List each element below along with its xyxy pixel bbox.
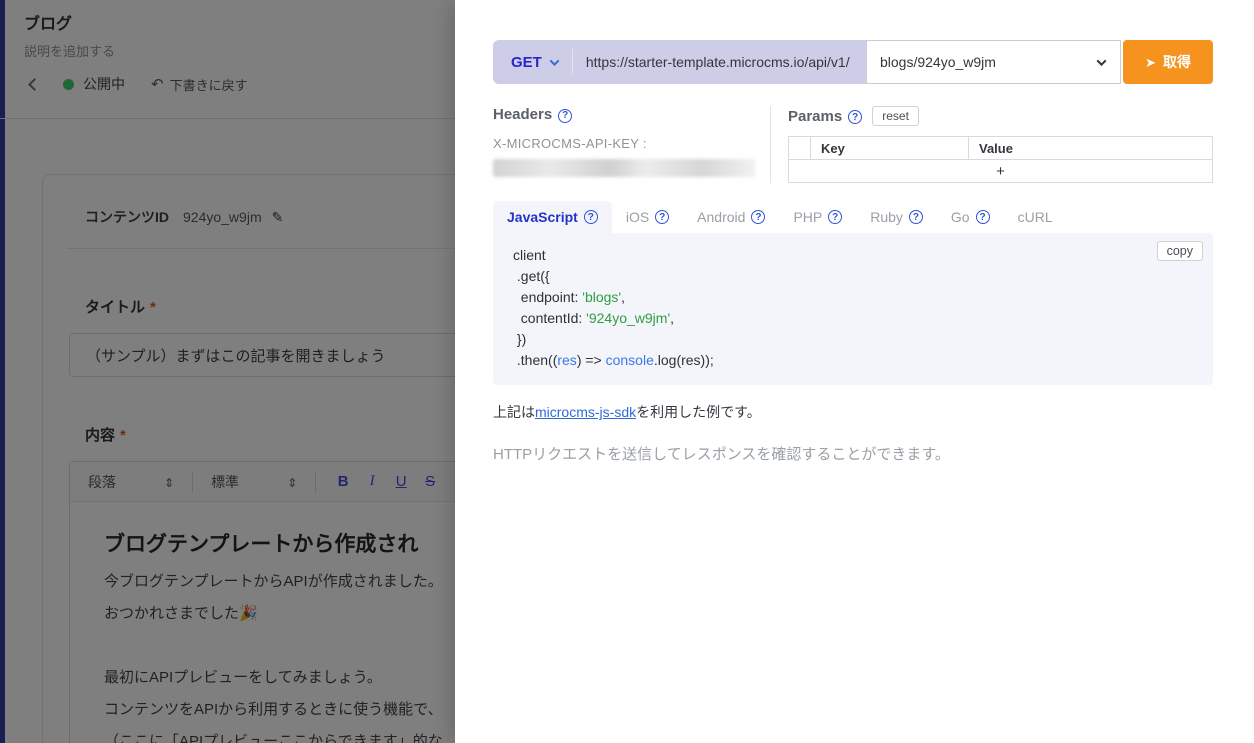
sdk-link[interactable]: microcms-js-sdk xyxy=(535,404,636,420)
help-icon[interactable] xyxy=(848,110,862,124)
method-label: GET xyxy=(511,54,542,71)
modal-dim-overlay[interactable] xyxy=(0,0,455,743)
headers-title: Headers xyxy=(493,106,552,123)
tab-go[interactable]: Go xyxy=(937,201,1004,233)
help-icon[interactable] xyxy=(655,210,669,224)
url-separator xyxy=(572,49,573,75)
params-section: Params reset Key Value + xyxy=(788,106,1213,183)
tab-curl[interactable]: cURL xyxy=(1004,201,1067,233)
help-icon[interactable] xyxy=(909,210,923,224)
endpoint-value: blogs/924yo_w9jm xyxy=(880,54,996,70)
method-select[interactable]: GET xyxy=(511,54,558,71)
tab-android[interactable]: Android xyxy=(683,201,779,233)
chevron-down-icon xyxy=(1097,56,1107,66)
content-editor-pane: ブログ 説明を追加する 公開中 下書きに戻す コンテンツID 924yo_w9j… xyxy=(0,0,455,743)
api-preview-drawer: GET https://starter-template.microcms.io… xyxy=(455,0,1254,743)
reset-params-button[interactable]: reset xyxy=(872,106,919,126)
fetch-label: 取得 xyxy=(1163,52,1191,72)
chevron-down-icon xyxy=(549,56,559,66)
fetch-button[interactable]: 取得 xyxy=(1123,40,1213,84)
code-line: .then((res) => console.log(res)); xyxy=(513,350,1193,371)
headers-params-row: Headers X-MICROCMS-API-KEY : Params rese… xyxy=(493,106,1213,183)
code-line: contentId: '924yo_w9jm', xyxy=(513,308,1193,329)
url-group: GET https://starter-template.microcms.io… xyxy=(493,40,866,84)
request-bar: GET https://starter-template.microcms.io… xyxy=(493,40,1213,84)
code-line: client xyxy=(513,245,1193,266)
tab-javascript[interactable]: JavaScript xyxy=(493,201,612,233)
copy-button[interactable]: copy xyxy=(1157,241,1203,261)
base-url: https://starter-template.microcms.io/api… xyxy=(586,54,850,70)
code-lines: client .get({ endpoint: 'blogs', content… xyxy=(513,245,1193,371)
tab-ios[interactable]: iOS xyxy=(612,201,683,233)
code-line: endpoint: 'blogs', xyxy=(513,287,1193,308)
code-line: .get({ xyxy=(513,266,1193,287)
add-param-button[interactable]: + xyxy=(789,160,1213,183)
help-icon[interactable] xyxy=(828,210,842,224)
sdk-note: 上記はmicrocms-js-sdkを利用した例です。 xyxy=(493,402,1254,422)
send-icon xyxy=(1145,54,1163,71)
code-block: copy client .get({ endpoint: 'blogs', co… xyxy=(493,233,1213,385)
params-add-row: + xyxy=(789,160,1213,183)
section-divider xyxy=(770,106,771,183)
api-key-label: X-MICROCMS-API-KEY : xyxy=(493,136,770,151)
http-description: HTTPリクエストを送信してレスポンスを確認することができます。 xyxy=(493,443,1254,464)
api-key-redacted-value xyxy=(493,159,755,177)
params-value-header: Value xyxy=(969,137,1213,160)
tab-php[interactable]: PHP xyxy=(779,201,856,233)
params-table: Key Value + xyxy=(788,136,1213,183)
tab-ruby[interactable]: Ruby xyxy=(856,201,937,233)
help-icon[interactable] xyxy=(976,210,990,224)
params-key-header: Key xyxy=(811,137,969,160)
params-title: Params xyxy=(788,108,842,125)
help-icon[interactable] xyxy=(558,109,572,123)
help-icon[interactable] xyxy=(751,210,765,224)
params-table-header: Key Value xyxy=(789,137,1213,160)
headers-section: Headers X-MICROCMS-API-KEY : xyxy=(493,106,770,183)
code-line: }) xyxy=(513,329,1193,350)
language-tabs: JavaScriptiOSAndroidPHPRubyGocURL xyxy=(493,201,1254,233)
help-icon[interactable] xyxy=(584,210,598,224)
endpoint-select[interactable]: blogs/924yo_w9jm xyxy=(866,40,1121,84)
